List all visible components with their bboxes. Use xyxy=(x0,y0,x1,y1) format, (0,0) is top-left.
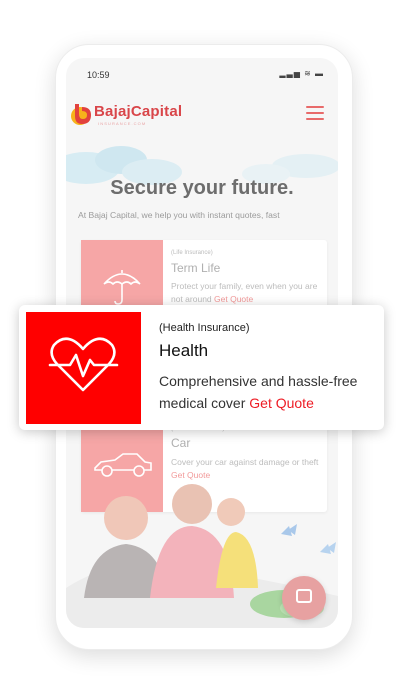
menu-line xyxy=(306,106,324,108)
site-header: BajajCapital INSURANCE.COM xyxy=(66,94,338,138)
hero-title: Secure your future. xyxy=(110,177,294,199)
chat-icon xyxy=(296,589,312,603)
brand-logo-icon[interactable] xyxy=(69,102,91,126)
card-description: Comprehensive and hassle-free medical co… xyxy=(159,370,379,414)
get-quote-link[interactable]: Get Quote xyxy=(249,395,314,411)
insurance-card-health[interactable]: (Health Insurance) Health Comprehensive … xyxy=(19,305,384,430)
hero-subtitle: At Bajaj Capital, we help you with insta… xyxy=(78,210,280,220)
brand-subtitle: INSURANCE.COM xyxy=(98,121,147,126)
status-bar: 10:59 ▂▃▅ ≋ ▬ xyxy=(66,58,338,92)
card-description: Protect your family, even when you are n… xyxy=(171,280,321,306)
card-category: (Health Insurance) xyxy=(159,322,250,334)
menu-hamburger-icon[interactable] xyxy=(306,106,324,122)
brand-name[interactable]: BajajCapital xyxy=(94,103,182,120)
chat-button[interactable] xyxy=(282,576,326,620)
card-category: (Life Insurance) xyxy=(171,250,213,256)
card-title: Term Life xyxy=(171,261,221,275)
menu-line xyxy=(306,118,324,120)
card-thumbnail xyxy=(26,312,141,424)
card-description-text: Cover your car against damage or theft xyxy=(171,457,319,467)
get-quote-link[interactable]: Get Quote xyxy=(214,294,253,304)
menu-line xyxy=(306,112,324,114)
card-title: Health xyxy=(159,341,209,360)
status-icons: ▂▃▅ ≋ ▬ xyxy=(279,69,324,78)
heart-pulse-icon xyxy=(48,337,119,392)
status-time: 10:59 xyxy=(87,70,110,80)
card-title: Car xyxy=(171,436,191,450)
